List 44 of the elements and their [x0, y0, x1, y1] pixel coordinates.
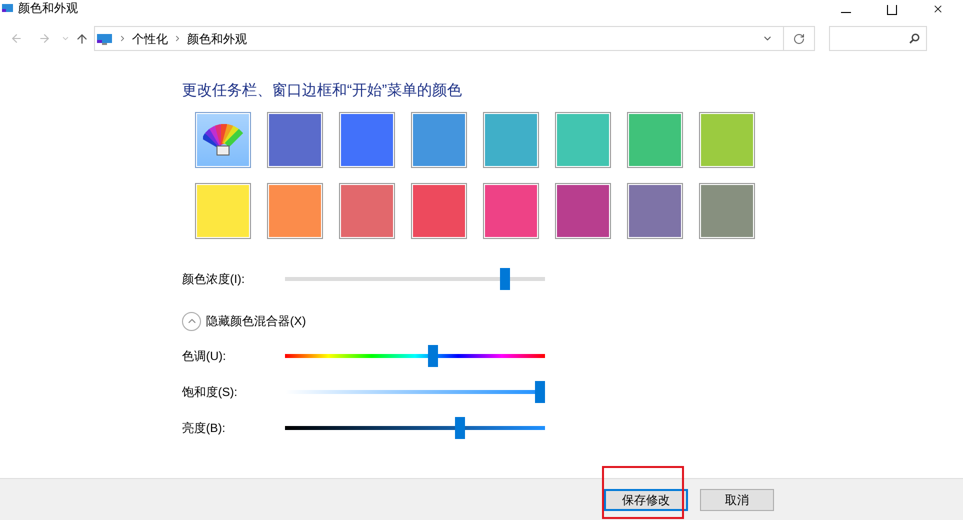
breadcrumb-item[interactable]: 颜色和外观 — [187, 30, 247, 48]
color-swatch[interactable] — [195, 183, 251, 239]
color-swatch[interactable] — [411, 183, 467, 239]
chevron-icon — [173, 34, 182, 43]
color-palette-icon — [203, 122, 243, 158]
collapse-icon — [182, 312, 201, 330]
mixer-toggle[interactable]: 隐藏颜色混合器(X) — [182, 311, 306, 331]
forward-icon[interactable] — [38, 32, 50, 45]
color-swatch[interactable] — [627, 183, 683, 239]
color-swatch[interactable] — [483, 183, 539, 239]
color-swatch[interactable] — [555, 112, 611, 168]
breadcrumb-item[interactable]: 个性化 — [132, 30, 168, 48]
save-button[interactable]: 保存修改 — [604, 488, 688, 510]
color-swatch[interactable] — [411, 112, 467, 168]
color-swatch[interactable] — [267, 112, 323, 168]
window-icon — [97, 32, 113, 46]
slider-label: 饱和度(S): — [182, 384, 238, 401]
color-swatch[interactable] — [267, 183, 323, 239]
color-swatch[interactable] — [483, 112, 539, 168]
slider[interactable] — [285, 417, 545, 439]
close-icon — [932, 3, 944, 15]
slider[interactable] — [285, 268, 545, 290]
slider-label: 色调(U): — [182, 348, 227, 365]
refresh-icon[interactable] — [793, 32, 805, 44]
slider[interactable] — [285, 345, 545, 367]
color-swatch[interactable] — [339, 112, 395, 168]
cancel-button[interactable]: 取消 — [700, 488, 774, 510]
slider-label: 颜色浓度(I): — [182, 271, 246, 288]
slider-label: 亮度(B): — [182, 420, 226, 437]
custom-color-swatch[interactable] — [195, 112, 251, 168]
back-icon[interactable] — [10, 32, 22, 45]
chevron-icon — [118, 34, 127, 43]
color-swatch[interactable] — [627, 112, 683, 168]
up-icon[interactable] — [75, 32, 89, 46]
color-swatch[interactable] — [339, 183, 395, 239]
search-icon — [909, 33, 920, 44]
window-title: 颜色和外观 — [18, 0, 78, 17]
color-swatch[interactable] — [555, 183, 611, 239]
color-swatch[interactable] — [699, 112, 755, 168]
address-bar[interactable]: 个性化 颜色和外观 — [94, 26, 815, 51]
search-field[interactable] — [829, 26, 927, 51]
color-swatch[interactable] — [699, 183, 755, 239]
window-icon — [2, 2, 14, 14]
page-heading: 更改任务栏、窗口边框和“开始”菜单的颜色 — [182, 81, 463, 101]
